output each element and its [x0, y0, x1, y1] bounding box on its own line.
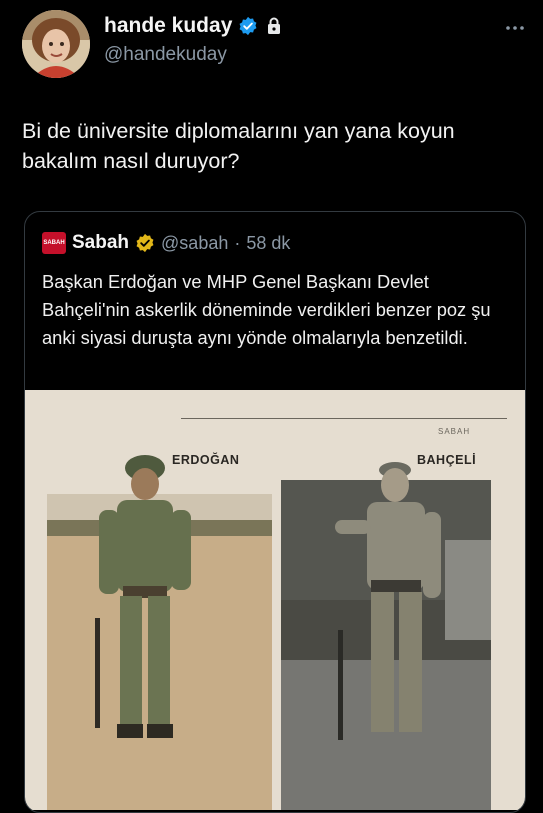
more-options-icon[interactable] [505, 18, 525, 36]
quoted-time[interactable]: 58 dk [246, 233, 290, 254]
quoted-display-name[interactable]: Sabah [72, 232, 129, 254]
lock-icon [268, 17, 281, 34]
verified-badge-icon [239, 16, 257, 36]
quoted-tweet[interactable]: SABAH Sabah @sabah · 58 dk Başkan Erdoğa… [24, 211, 526, 813]
quoted-media-image[interactable]: SABAH ERDOĞAN BAHÇELİ [25, 390, 525, 810]
quoted-handle[interactable]: @sabah [161, 233, 228, 254]
soldiers-photo [47, 455, 491, 810]
author-handle[interactable]: @handekuday [104, 44, 227, 66]
author-display-name[interactable]: hande kuday [104, 14, 232, 38]
sabah-logo-icon: SABAH [42, 232, 66, 254]
right-soldier-photo [281, 462, 491, 810]
gold-verified-badge-icon [136, 233, 154, 253]
tweet-text: Bi de üniversite diplomalarını yan yana … [22, 119, 455, 173]
left-soldier-photo [47, 455, 272, 810]
author-name-row: hande kuday [104, 14, 282, 38]
quoted-header: SABAH Sabah @sabah · 58 dk [42, 232, 290, 254]
quoted-text: Başkan Erdoğan ve MHP Genel Başkanı Devl… [42, 271, 491, 348]
avatar-image [22, 10, 90, 78]
quoted-separator: · [234, 232, 241, 253]
avatar[interactable] [22, 10, 90, 78]
